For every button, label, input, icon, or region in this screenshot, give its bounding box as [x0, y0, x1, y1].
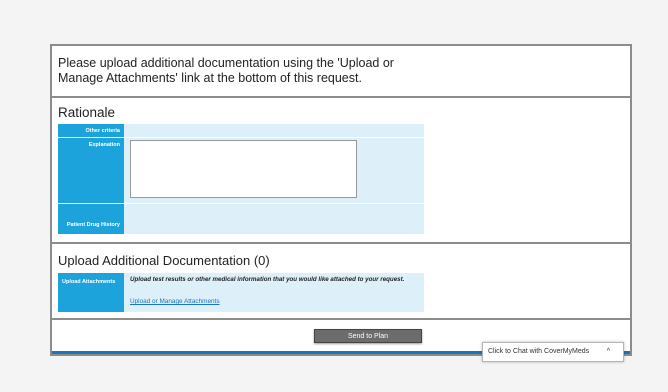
patient-drug-history-value	[124, 204, 424, 234]
explanation-label: Explanation	[58, 138, 124, 203]
upload-manage-attachments-link[interactable]: Upload or Manage Attachments	[130, 298, 220, 305]
upload-title: Upload Additional Documentation (0)	[58, 253, 270, 268]
patient-drug-history-label: Patient Drug History	[58, 204, 124, 234]
row-upload-attachments: Upload Attachments Upload test results o…	[58, 273, 424, 312]
row-patient-drug-history: Patient Drug History	[58, 204, 424, 234]
explanation-textarea[interactable]	[130, 140, 357, 198]
upload-notice: Please upload additional documentation u…	[52, 46, 630, 98]
chevron-up-icon: ^	[606, 348, 610, 355]
chat-widget-label: Click to Chat with CoverMyMeds	[488, 348, 590, 355]
upload-attachments-label: Upload Attachments	[58, 273, 124, 312]
send-to-plan-button[interactable]: Send to Plan	[314, 329, 422, 343]
explanation-value	[124, 138, 424, 203]
rationale-section: Rationale Other criteria Explanation Pat…	[52, 98, 630, 244]
rationale-title: Rationale	[58, 105, 116, 120]
upload-description: Upload test results or other medical inf…	[130, 276, 405, 283]
upload-attachments-value: Upload test results or other medical inf…	[124, 273, 424, 312]
upload-notice-text: Please upload additional documentation u…	[58, 56, 394, 85]
other-criteria-value	[124, 124, 424, 137]
row-explanation: Explanation	[58, 138, 424, 204]
row-other-criteria: Other criteria	[58, 124, 424, 138]
chat-widget-tab[interactable]: Click to Chat with CoverMyMeds ^	[482, 342, 624, 362]
upload-section: Upload Additional Documentation (0) Uplo…	[52, 244, 630, 320]
other-criteria-label: Other criteria	[58, 124, 124, 137]
request-panel: Please upload additional documentation u…	[50, 44, 632, 356]
